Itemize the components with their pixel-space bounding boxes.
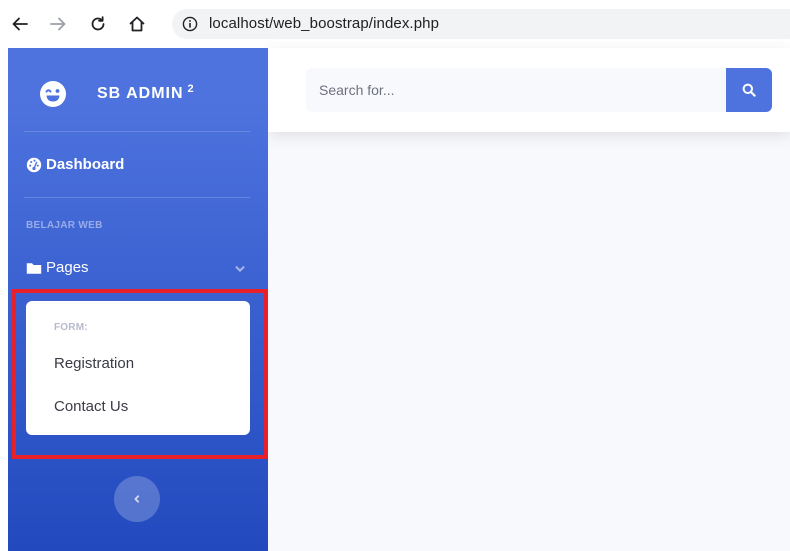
sidebar-item-pages[interactable]: Pages — [8, 248, 268, 288]
tachometer-icon — [26, 157, 42, 173]
sidebar-heading: BELAJAR WEB — [26, 220, 103, 231]
search-input[interactable] — [306, 68, 726, 112]
sidebar-toggle-button[interactable] — [114, 476, 160, 522]
sidebar-divider — [24, 197, 250, 198]
sidebar-item-dashboard[interactable]: Dashboard — [8, 145, 268, 185]
angle-left-icon — [134, 495, 140, 503]
pages-label: Pages — [46, 259, 89, 276]
sidebar-brand[interactable]: SB ADMIN 2 — [8, 48, 268, 132]
home-icon[interactable] — [125, 12, 149, 36]
forward-arrow-icon[interactable] — [46, 12, 70, 36]
search-icon — [742, 83, 756, 97]
sidebar-divider — [24, 131, 250, 132]
url-text[interactable]: localhost/web_boostrap/index.php — [209, 15, 439, 32]
folder-icon — [26, 260, 42, 276]
brand-title: SB ADMIN 2 — [97, 83, 195, 103]
collapse-item-registration[interactable]: Registration — [54, 355, 134, 372]
brand-superscript: 2 — [187, 83, 195, 95]
sidebar: SB ADMIN 2 Dashboard BELAJAR WEB Pages F… — [8, 48, 268, 551]
chevron-down-icon — [234, 262, 246, 274]
collapse-menu: FORM: Registration Contact Us — [26, 301, 250, 435]
search-button[interactable] — [726, 68, 772, 112]
back-arrow-icon[interactable] — [8, 12, 32, 36]
collapse-header: FORM: — [54, 322, 88, 333]
reload-icon[interactable] — [86, 12, 110, 36]
info-icon[interactable] — [182, 16, 198, 32]
collapse-item-contact-us[interactable]: Contact Us — [54, 398, 128, 415]
laugh-wink-icon — [39, 80, 67, 108]
browser-toolbar: localhost/web_boostrap/index.php — [0, 0, 790, 48]
dashboard-label: Dashboard — [46, 156, 125, 173]
brand-name: SB ADMIN — [97, 85, 184, 102]
